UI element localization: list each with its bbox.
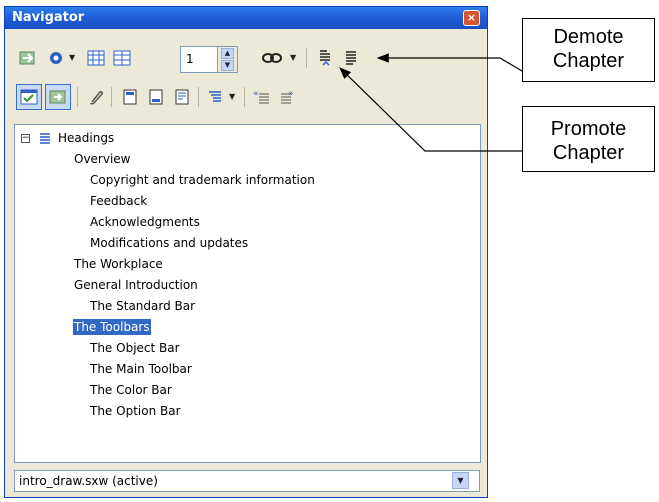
callout-line: Chapter <box>552 142 625 164</box>
callout-line: Promote <box>550 118 627 140</box>
demote-chapter-callout: Demote Chapter <box>522 18 655 82</box>
demote-arrow <box>376 53 523 72</box>
callout-line: Chapter <box>552 50 625 72</box>
promote-chapter-callout: Promote Chapter <box>522 106 655 172</box>
callout-line: Demote <box>553 26 624 48</box>
promote-arrow <box>339 67 522 152</box>
